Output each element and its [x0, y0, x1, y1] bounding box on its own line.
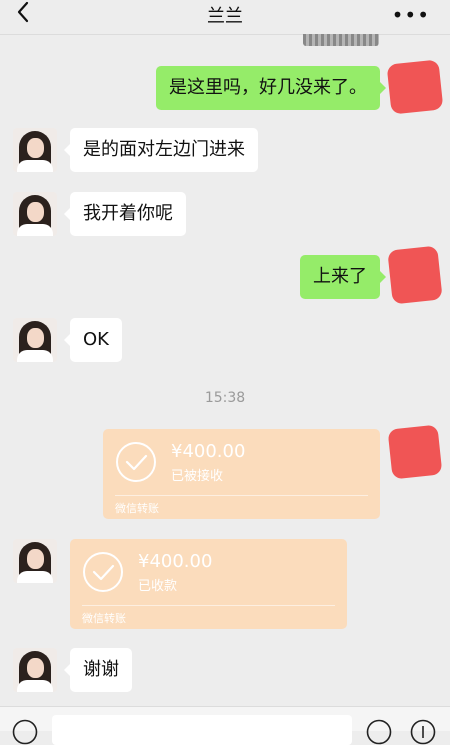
message-input[interactable] — [52, 715, 352, 745]
image-message-stub[interactable] — [303, 34, 379, 46]
contact-avatar[interactable] — [13, 648, 57, 692]
chat-header: 兰兰 ••• — [0, 0, 450, 35]
received-message-bubble[interactable]: 谢谢 — [64, 648, 132, 692]
contact-avatar[interactable] — [13, 318, 57, 362]
transfer-footer: 微信转账 — [82, 612, 126, 625]
contact-avatar[interactable] — [13, 539, 57, 583]
input-bar — [0, 706, 450, 745]
redacted-avatar — [386, 59, 444, 115]
transfer-amount: ¥400.00 — [138, 551, 213, 572]
more-dots-icon[interactable]: ••• — [392, 3, 430, 27]
received-message-bubble[interactable]: 我开着你呢 — [64, 192, 186, 236]
transfer-card[interactable]: ¥400.00 已收款 微信转账 — [70, 539, 347, 629]
voice-icon[interactable] — [12, 719, 38, 745]
received-message-bubble[interactable]: 是的面对左边门进来 — [64, 128, 258, 172]
chat-title: 兰兰 — [207, 6, 243, 27]
message-timestamp: 15:38 — [204, 390, 246, 406]
transfer-status: 已收款 — [138, 579, 178, 594]
redacted-avatar — [387, 245, 443, 305]
transfer-card[interactable]: ¥400.00 已被接收 微信转账 — [103, 429, 380, 519]
transfer-footer: 微信转账 — [115, 502, 159, 515]
check-circle-icon — [116, 442, 156, 482]
transfer-amount: ¥400.00 — [171, 441, 246, 462]
sent-message-bubble[interactable]: 是这里吗，好几没来了。 — [156, 66, 386, 110]
contact-avatar[interactable] — [13, 128, 57, 172]
received-message-bubble[interactable]: OK — [64, 318, 122, 362]
transfer-divider — [82, 605, 335, 606]
transfer-divider — [115, 495, 368, 496]
sent-message-bubble[interactable]: 上来了 — [300, 255, 386, 299]
transfer-status: 已被接收 — [171, 469, 224, 484]
emoji-icon[interactable] — [366, 719, 392, 745]
contact-avatar[interactable] — [13, 192, 57, 236]
check-circle-icon — [83, 552, 123, 592]
redacted-avatar — [387, 424, 443, 480]
plus-icon[interactable] — [410, 719, 436, 745]
